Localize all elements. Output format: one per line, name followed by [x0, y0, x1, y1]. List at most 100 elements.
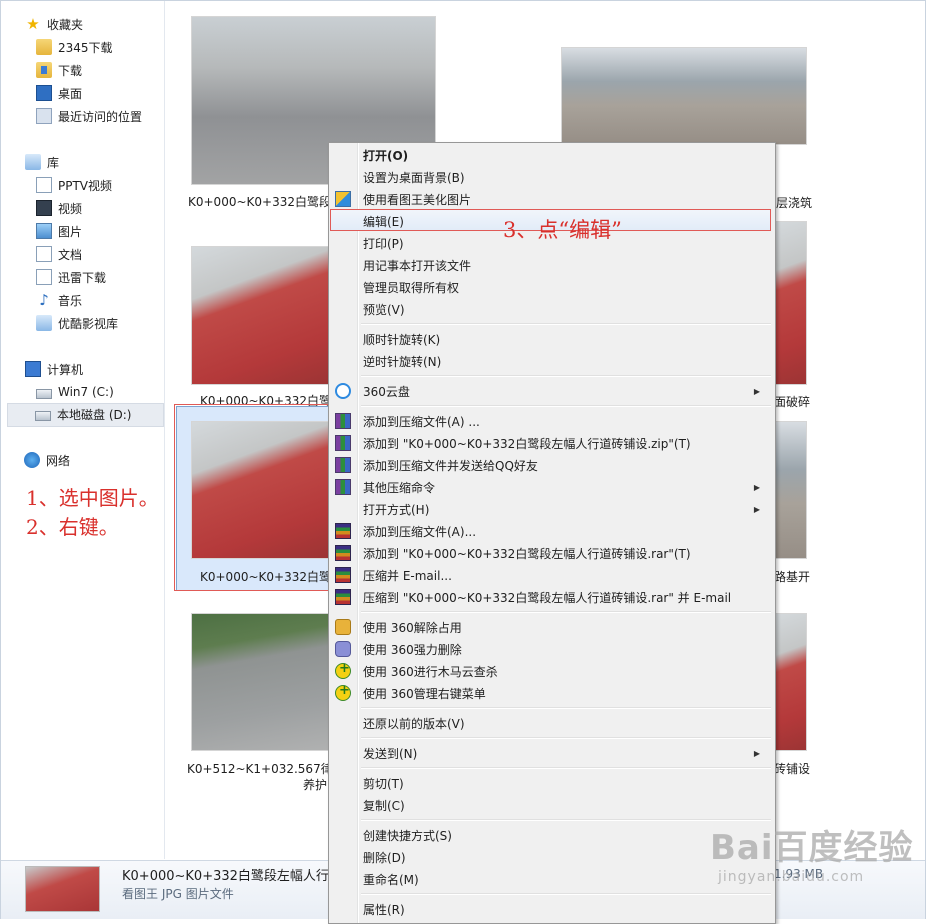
menu-item-rotate-cw[interactable]: 顺时针旋转(K) — [330, 328, 770, 350]
nav-label: 桌面 — [58, 86, 83, 101]
thumbnail-caption: 路基开 — [774, 570, 811, 584]
nav-item-videos[interactable]: 视频 — [36, 198, 82, 218]
image-thumbnail[interactable] — [774, 421, 807, 559]
nav-label: 视频 — [58, 201, 83, 216]
nav-item-youku[interactable]: 优酷影视库 — [36, 313, 118, 333]
menu-label: 使用看图王美化图片 — [363, 192, 472, 207]
details-thumbnail — [25, 866, 100, 912]
selected-image-thumbnail[interactable] — [191, 421, 330, 559]
menu-label: 使用 360进行木马云查杀 — [363, 664, 498, 679]
menu-item-360-shred[interactable]: 使用 360强力删除 — [330, 638, 770, 660]
menu-item-compress-email[interactable]: 压缩并 E-mail... — [330, 564, 770, 586]
annotation-step1: 1、选中图片。 — [26, 486, 159, 510]
menu-separator — [361, 405, 771, 407]
nav-item-desktop[interactable]: 桌面 — [36, 83, 82, 103]
nav-item-pictures[interactable]: 图片 — [36, 221, 82, 241]
nav-item-pptv[interactable]: PPTV视频 — [36, 175, 112, 195]
nav-favorites[interactable]: ★ 收藏夹 — [25, 14, 83, 34]
menu-separator — [361, 707, 771, 709]
submenu-arrow-icon: ▶ — [753, 386, 760, 396]
image-thumbnail[interactable] — [191, 246, 330, 385]
image-thumbnail[interactable] — [774, 613, 807, 751]
menu-item-winrar-add-rar[interactable]: 添加到 "K0+000~K0+332白鹭段左幅人行道砖铺设.rar"(T) — [330, 542, 770, 564]
menu-label: 重命名(M) — [363, 872, 419, 887]
details-filename: K0+000~K0+332白鹭段左幅人行道 — [122, 869, 342, 884]
menu-label: 使用 360管理右键菜单 — [363, 686, 486, 701]
menu-item-rotate-ccw[interactable]: 逆时针旋转(N) — [330, 350, 770, 372]
nav-label: 本地磁盘 (D:) — [57, 407, 132, 422]
menu-item-add-to-archive[interactable]: 添加到压缩文件(A) ... — [330, 410, 770, 432]
menu-item-open-with[interactable]: 打开方式(H) ▶ — [330, 498, 770, 520]
menu-item-add-to-zip[interactable]: 添加到 "K0+000~K0+332白鹭段左幅人行道砖铺设.zip"(T) — [330, 432, 770, 454]
nav-item-recent[interactable]: 最近访问的位置 — [36, 106, 142, 126]
menu-item-properties[interactable]: 属性(R) — [330, 898, 770, 920]
menu-item-open[interactable]: 打开(O) — [330, 144, 770, 166]
menu-item-rename[interactable]: 重命名(M) — [330, 868, 770, 890]
menu-item-winrar-add[interactable]: 添加到压缩文件(A)... — [330, 520, 770, 542]
nav-item-2345download[interactable]: 2345下载 — [36, 37, 113, 57]
nav-item-music[interactable]: ♪ 音乐 — [36, 290, 82, 310]
menu-label: 编辑(E) — [363, 214, 404, 229]
picture-viewer-icon — [335, 191, 351, 207]
menu-label: 使用 360解除占用 — [363, 620, 462, 635]
menu-label: 创建快捷方式(S) — [363, 828, 452, 843]
menu-label: 设置为桌面背景(B) — [363, 170, 465, 185]
menu-item-create-shortcut[interactable]: 创建快捷方式(S) — [330, 824, 770, 846]
nav-item-drive-d[interactable]: 本地磁盘 (D:) — [35, 404, 131, 424]
menu-label: 管理员取得所有权 — [363, 280, 460, 295]
unlock-file-icon — [335, 619, 351, 635]
winrar-icon — [335, 589, 351, 605]
nav-item-downloads[interactable]: 下载 — [36, 60, 82, 80]
menu-item-other-compress[interactable]: 其他压缩命令 ▶ — [330, 476, 770, 498]
navigation-pane: ★ 收藏夹 2345下载 下载 桌面 最近访问的位置 库 PPTV视频 视频 图… — [1, 1, 165, 859]
menu-item-360-cloud[interactable]: 360云盘 ▶ — [330, 380, 770, 402]
annotation-step2: 2、右键。 — [26, 515, 119, 539]
thumbnail-caption: 层浇筑 — [776, 196, 813, 210]
menu-item-compress-rar-email[interactable]: 压缩到 "K0+000~K0+332白鹭段左幅人行道砖铺设.rar" 并 E-m… — [330, 586, 770, 608]
menu-item-360-manage-menu[interactable]: 使用 360管理右键菜单 — [330, 682, 770, 704]
thumbnail-caption: 面破碎 — [774, 395, 811, 409]
nav-computer[interactable]: 计算机 — [25, 359, 83, 379]
archive-icon — [335, 479, 351, 495]
submenu-arrow-icon: ▶ — [753, 748, 760, 758]
menu-item-360-unlock[interactable]: 使用 360解除占用 — [330, 616, 770, 638]
menu-separator — [361, 767, 771, 769]
image-thumbnail[interactable] — [774, 221, 807, 385]
star-icon: ★ — [26, 15, 40, 33]
menu-label: 剪切(T) — [363, 776, 404, 791]
winrar-icon — [335, 567, 351, 583]
nav-label: 迅雷下载 — [58, 270, 107, 285]
menu-item-delete[interactable]: 删除(D) — [330, 846, 770, 868]
menu-item-preview[interactable]: 预览(V) — [330, 298, 770, 320]
menu-item-archive-send-qq[interactable]: 添加到压缩文件并发送给QQ好友 — [330, 454, 770, 476]
menu-item-restore-versions[interactable]: 还原以前的版本(V) — [330, 712, 770, 734]
pictures-icon — [36, 223, 52, 239]
nav-label: 计算机 — [47, 362, 84, 377]
menu-item-beautify[interactable]: 使用看图王美化图片 — [330, 188, 770, 210]
menu-label: 打开(O) — [363, 148, 409, 163]
nav-libraries[interactable]: 库 — [25, 152, 59, 172]
menu-item-cut[interactable]: 剪切(T) — [330, 772, 770, 794]
menu-label: 还原以前的版本(V) — [363, 716, 465, 731]
menu-item-set-wallpaper[interactable]: 设置为桌面背景(B) — [330, 166, 770, 188]
menu-item-take-ownership[interactable]: 管理员取得所有权 — [330, 276, 770, 298]
menu-item-send-to[interactable]: 发送到(N) ▶ — [330, 742, 770, 764]
nav-item-documents[interactable]: 文档 — [36, 244, 82, 264]
details-filetype: 看图王 JPG 图片文件 — [122, 887, 234, 901]
menu-item-open-notepad[interactable]: 用记事本打开该文件 — [330, 254, 770, 276]
nav-item-drive-c[interactable]: Win7 (C:) — [36, 382, 114, 402]
image-thumbnail[interactable] — [561, 47, 807, 145]
watermark-logo: Bai百度经验 — [710, 828, 914, 868]
menu-separator — [361, 611, 771, 613]
archive-icon — [335, 413, 351, 429]
nav-network[interactable]: 网络 — [24, 450, 70, 470]
nav-item-xunlei[interactable]: 迅雷下载 — [36, 267, 106, 287]
download-folder-icon — [36, 62, 52, 78]
image-thumbnail[interactable] — [191, 613, 330, 751]
nav-label: 音乐 — [58, 293, 83, 308]
menu-label: 删除(D) — [363, 850, 406, 865]
menu-item-copy[interactable]: 复制(C) — [330, 794, 770, 816]
nav-label: PPTV视频 — [58, 178, 113, 193]
thumbnail-caption: 砖铺设 — [774, 762, 811, 776]
menu-item-360-scan[interactable]: 使用 360进行木马云查杀 — [330, 660, 770, 682]
